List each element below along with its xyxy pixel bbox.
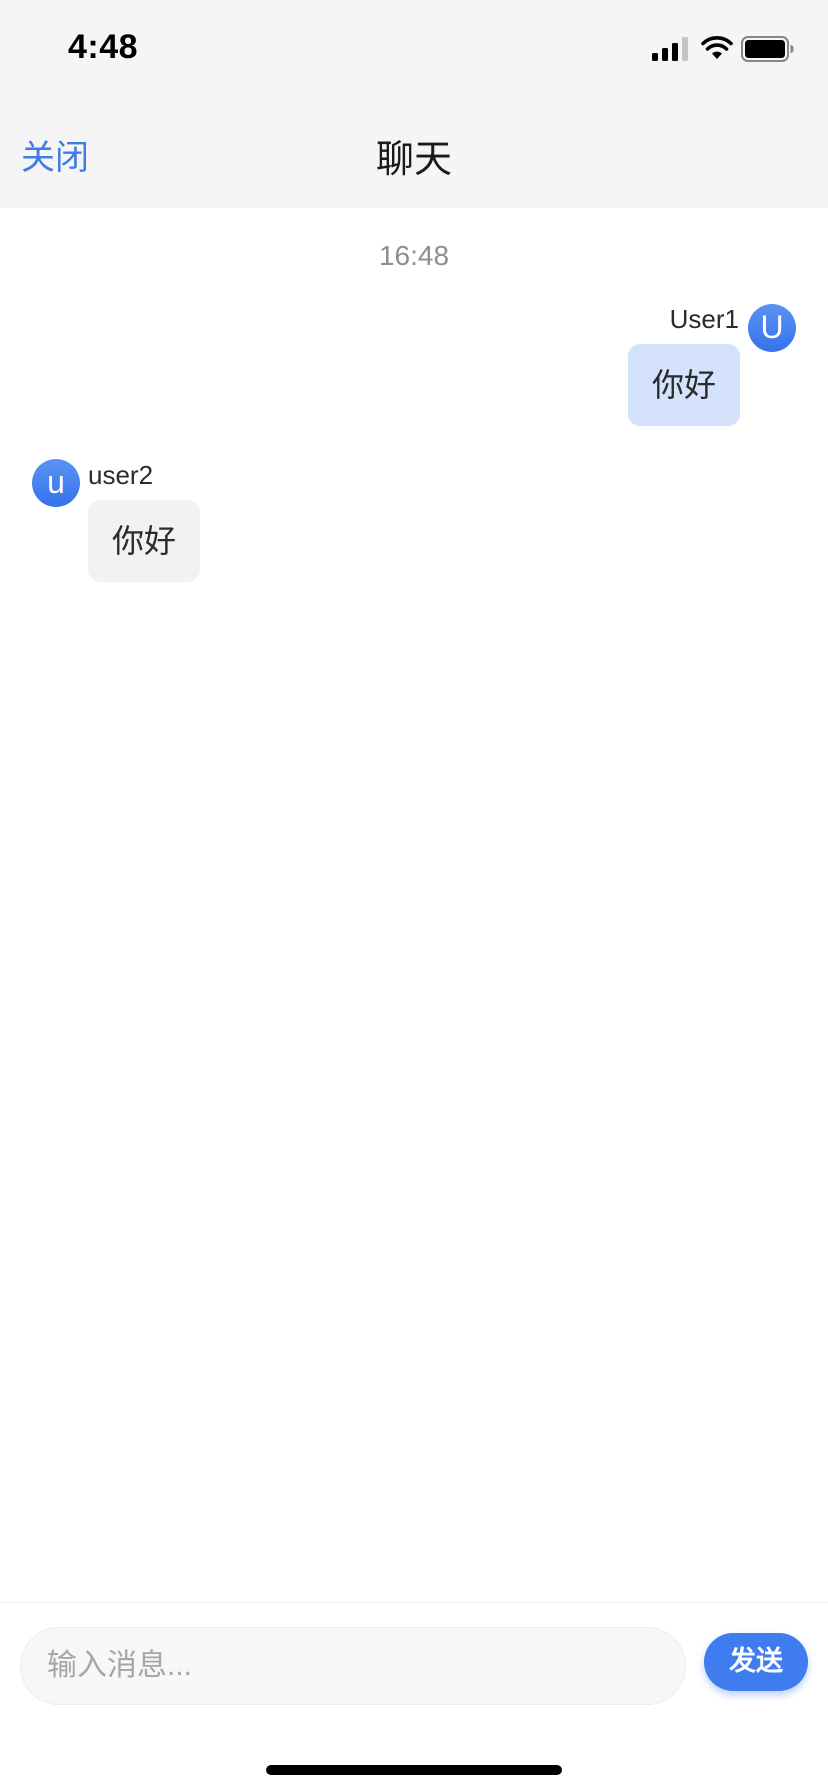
avatar[interactable]: u <box>32 459 80 507</box>
chat-screen: 4:48 聊天 关闭 16:48 User1 U 你好 u user2 你好 输… <box>0 0 828 1792</box>
message-bubble-incoming[interactable]: 你好 <box>88 500 200 582</box>
status-time: 4:48 <box>68 28 139 66</box>
home-indicator <box>266 1765 562 1775</box>
sender-name: user2 <box>88 460 154 490</box>
message-input[interactable] <box>20 1627 686 1705</box>
nav-bar: 聊天 关闭 <box>0 100 828 208</box>
sender-name: User1 <box>669 304 739 334</box>
signal-icon <box>652 37 688 61</box>
wifi-icon <box>701 36 733 59</box>
page-title: 聊天 <box>375 137 452 181</box>
status-bar: 4:48 <box>0 0 828 100</box>
message-bubble-outgoing[interactable]: 你好 <box>628 344 740 426</box>
battery-icon <box>741 36 794 62</box>
message-list[interactable]: 16:48 User1 U 你好 u user2 你好 <box>0 208 828 1602</box>
send-button[interactable]: 发送 <box>704 1633 808 1691</box>
message-timestamp: 16:48 <box>378 240 450 271</box>
input-bar: 发送 <box>0 1602 828 1792</box>
avatar[interactable]: U <box>748 304 796 352</box>
close-button[interactable]: 关闭 <box>21 130 89 179</box>
